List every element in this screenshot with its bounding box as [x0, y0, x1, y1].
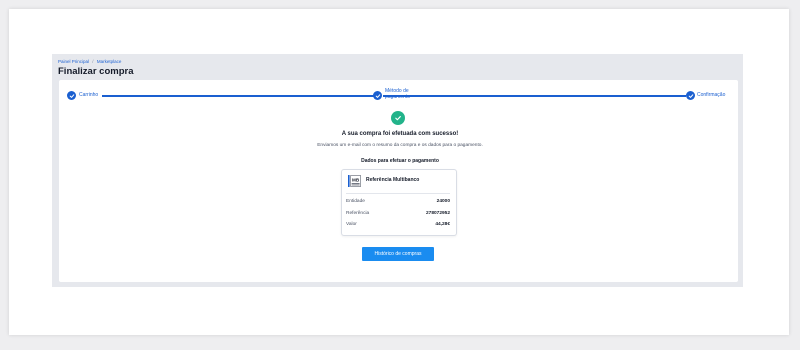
payment-method-name: Referência Multibanco: [366, 177, 420, 183]
step-check-icon-metodo-pagamento: [373, 91, 382, 100]
breadcrumb-item-painel-principal[interactable]: Painel Principal: [58, 59, 89, 64]
breadcrumb: Painel Principal / Marketplace: [58, 59, 121, 64]
payment-card-divider: [346, 193, 450, 194]
purchase-history-button[interactable]: Histórico de compras: [362, 247, 434, 261]
breadcrumb-separator: /: [92, 59, 94, 64]
entidade-value: 24000: [436, 199, 450, 204]
multibanco-logo-icon: MB: [348, 175, 361, 187]
stepper-line-1: [102, 95, 374, 97]
success-subtitle: Enviamos um e-mail com o resumo da compr…: [317, 143, 483, 148]
multibanco-logo-text: MB: [352, 178, 360, 183]
valor-value: 44,28€: [435, 222, 450, 227]
stepper-line-2: [383, 95, 686, 97]
referencia-label: Referência: [346, 211, 370, 216]
step-label-metodo-pagamento[interactable]: Método de pagamento: [385, 88, 410, 100]
success-title: A sua compra foi efetuada com sucesso!: [341, 131, 459, 137]
step-check-icon-carrinho: [67, 91, 76, 100]
step-label-confirmacao[interactable]: Confirmação: [697, 92, 725, 98]
page-title: Finalizar compra: [58, 66, 134, 77]
step-label-line: pagamento: [385, 94, 411, 100]
valor-label: Valor: [346, 222, 357, 227]
breadcrumb-item-marketplace[interactable]: Marketplace: [97, 59, 122, 64]
payment-section-title: Dados para efetuar o pagamento: [361, 158, 439, 164]
referencia-value: 278072952: [425, 211, 450, 216]
step-check-icon-confirmacao: [686, 91, 695, 100]
step-label-carrinho[interactable]: Carrinho: [79, 92, 98, 98]
success-check-icon: [391, 111, 405, 125]
entidade-label: Entidade: [346, 199, 365, 204]
